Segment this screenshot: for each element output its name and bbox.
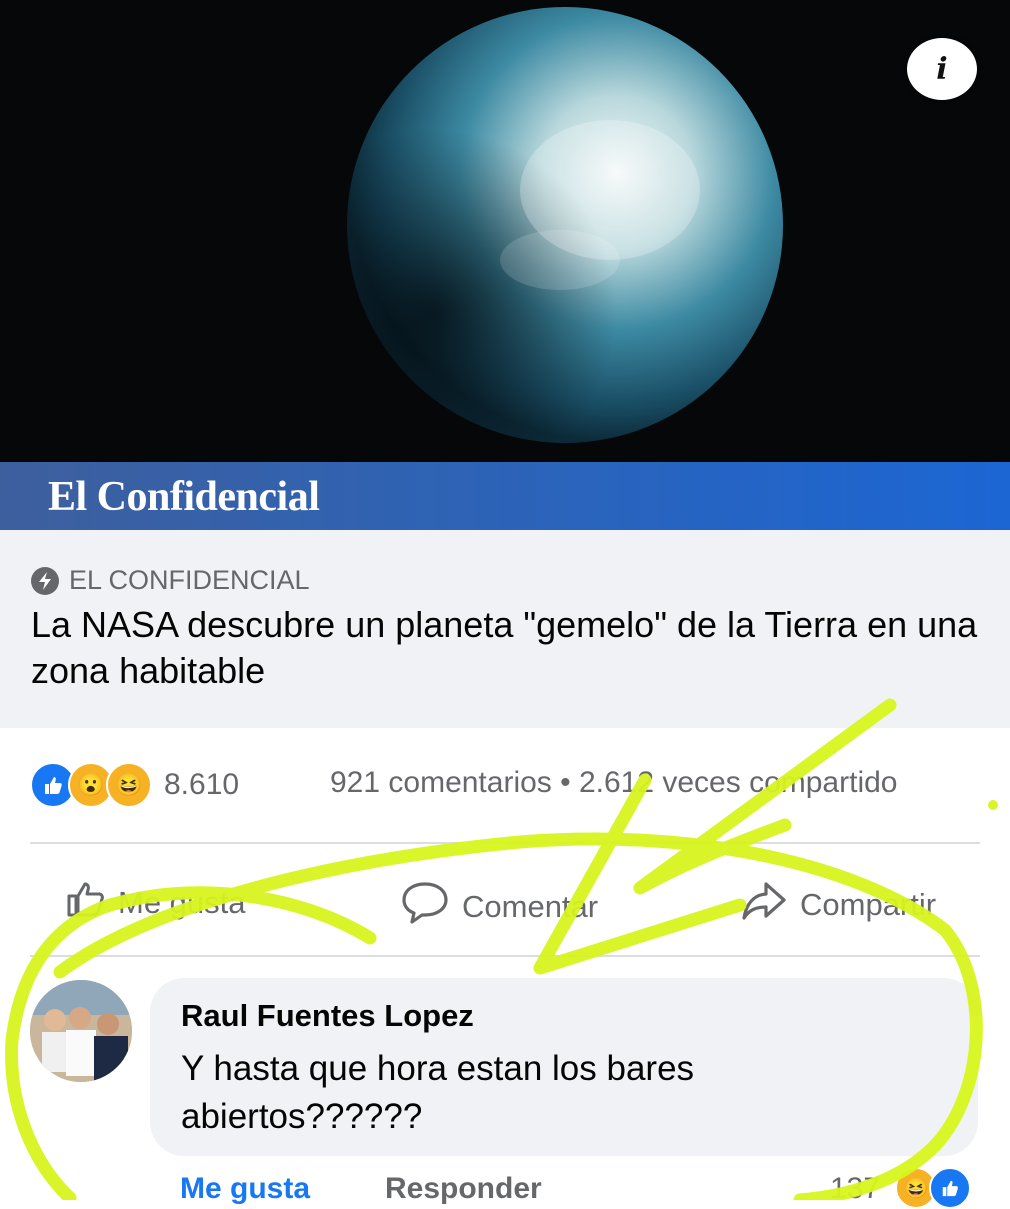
like-icon <box>929 1167 971 1209</box>
like-button-label: Me gusta <box>118 885 246 920</box>
link-source: EL CONFIDENCIAL <box>31 565 310 596</box>
info-icon: i <box>936 51 948 87</box>
share-button[interactable]: Compartir <box>740 880 936 930</box>
lightning-icon <box>31 566 59 595</box>
reaction-summary[interactable]: 😮 😆 8.610 <box>30 762 239 808</box>
link-source-label: EL CONFIDENCIAL <box>69 565 310 595</box>
share-button-label: Compartir <box>800 887 937 922</box>
thumbs-up-icon <box>66 880 106 926</box>
comment-reaction-count[interactable]: 137 <box>830 1172 880 1206</box>
haha-icon: 😆 <box>106 762 152 808</box>
link-headline[interactable]: La NASA descubre un planeta "gemelo" de … <box>31 602 991 694</box>
comment-reply-button[interactable]: Responder <box>385 1172 542 1206</box>
comment-text: Y hasta que hora estan los bares abierto… <box>181 1049 695 1136</box>
brand-logo: El Confidencial <box>48 474 320 520</box>
article-image[interactable]: i <box>0 0 1010 462</box>
comment-bubble-icon <box>400 880 450 934</box>
comment-like-button[interactable]: Me gusta <box>180 1172 310 1206</box>
avatar-photo <box>30 980 132 1082</box>
reaction-count: 8.610 <box>164 768 240 801</box>
comments-shares-summary[interactable]: 921 comentarios • 2.612 veces compartido <box>330 766 897 800</box>
divider <box>30 842 980 844</box>
planet-illustration <box>347 7 783 443</box>
comment-button[interactable]: Comentar <box>400 880 598 934</box>
avatar[interactable] <box>30 980 132 1082</box>
like-button[interactable]: Me gusta <box>66 880 246 926</box>
comment-button-label: Comentar <box>462 889 599 924</box>
comment-author[interactable]: Raul Fuentes Lopez <box>181 998 474 1034</box>
share-arrow-icon <box>740 880 788 930</box>
info-button[interactable]: i <box>907 38 977 100</box>
comment-reactions[interactable]: 😆 <box>895 1167 971 1209</box>
divider <box>30 955 980 957</box>
